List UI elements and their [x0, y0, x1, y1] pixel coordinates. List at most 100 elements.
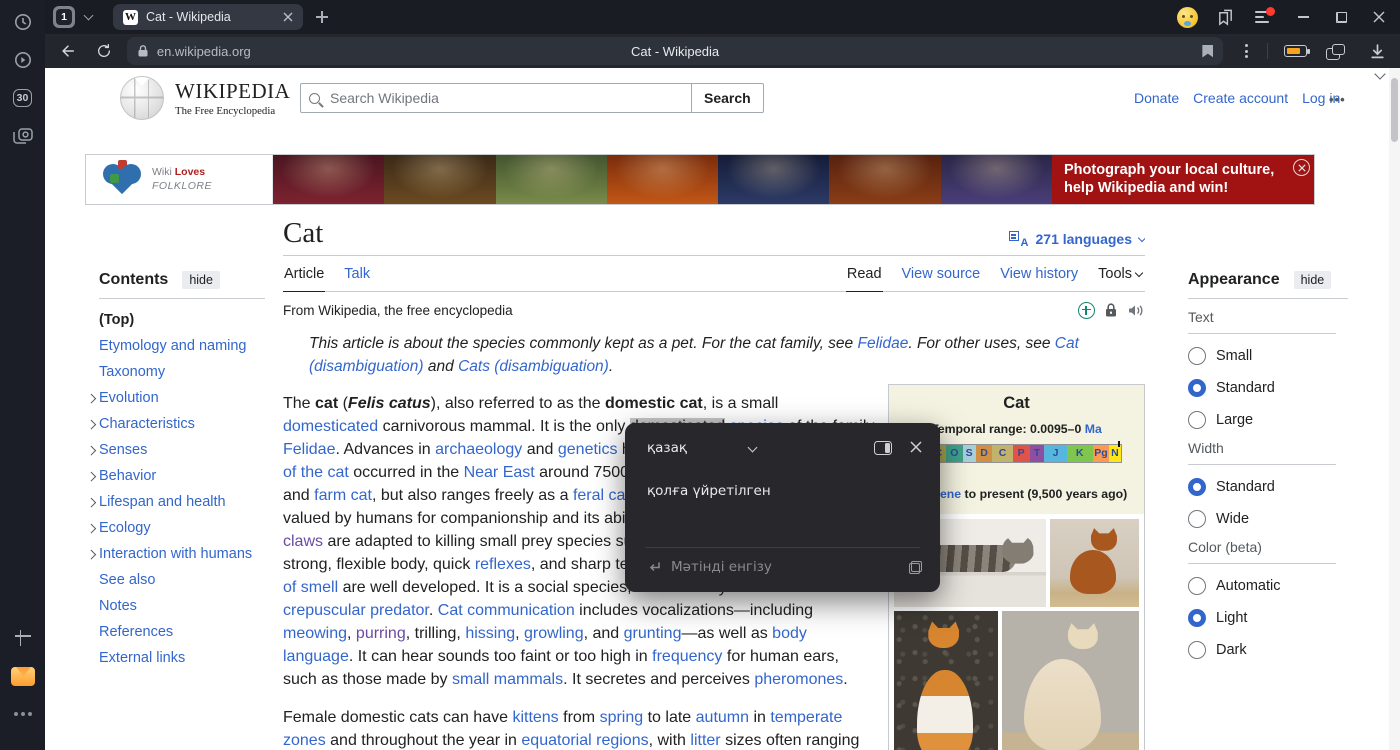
wiki-link[interactable]: pheromones	[754, 671, 843, 688]
wiki-loves-folklore-banner[interactable]: Wiki Loves FOLKLORE Photograph your loca…	[85, 154, 1315, 205]
popup-close-icon[interactable]	[910, 438, 922, 457]
toc-item-see-also[interactable]: See also	[85, 567, 265, 593]
radio-option-text-standard[interactable]: Standard	[1188, 378, 1348, 398]
chevron-right-icon[interactable]	[85, 437, 99, 463]
toc-item-ecology[interactable]: Ecology	[85, 515, 265, 541]
wiki-link[interactable]: predator	[370, 602, 429, 619]
tab-tools[interactable]: Tools	[1097, 258, 1143, 291]
tab-talk[interactable]: Talk	[343, 258, 371, 291]
wiki-link[interactable]: Cats (disambiguation)	[458, 358, 609, 375]
radio-icon[interactable]	[1188, 478, 1206, 496]
chevron-down-icon[interactable]	[748, 443, 758, 453]
banner-message-panel[interactable]: Photograph your local culture, help Wiki…	[1052, 155, 1314, 204]
chevron-right-icon[interactable]	[85, 541, 99, 567]
close-button[interactable]	[1366, 4, 1392, 30]
wiki-link[interactable]: litter	[690, 732, 720, 749]
translate-input-placeholder[interactable]: Мәтінді енгізу	[671, 559, 899, 575]
workspace-mail-icon[interactable]	[11, 664, 35, 688]
wiki-link[interactable]: reflexes	[475, 556, 531, 573]
toc-item-interaction-with-humans[interactable]: Interaction with humans	[85, 541, 265, 567]
search-button[interactable]: Search	[692, 83, 764, 113]
toc-item-references[interactable]: References	[85, 619, 265, 645]
page-protected-lock-icon[interactable]	[1104, 302, 1118, 318]
address-bar[interactable]: en.wikipedia.org Cat - Wikipedia	[127, 37, 1224, 65]
chevron-right-icon[interactable]	[85, 515, 99, 541]
wiki-link[interactable]: spring	[600, 709, 644, 726]
radio-icon[interactable]	[1188, 609, 1206, 627]
page-scrollbar[interactable]	[1389, 68, 1400, 750]
languages-button[interactable]: A 271 languages	[1009, 231, 1146, 247]
toc-item-etymology-and-naming[interactable]: Etymology and naming	[85, 333, 265, 359]
wiki-link[interactable]: meowing	[283, 625, 347, 642]
screenshot-camera-icon[interactable]	[11, 124, 35, 148]
reload-icon[interactable]	[91, 38, 117, 64]
toc-item-senses[interactable]: Senses	[85, 437, 265, 463]
open-in-sidebar-icon[interactable]	[874, 441, 892, 455]
wiki-link[interactable]: equatorial regions	[521, 732, 648, 749]
appearance-hide-button[interactable]: hide	[1294, 271, 1332, 289]
tab-counter-badge[interactable]: 30	[11, 86, 35, 110]
chevron-right-icon[interactable]	[85, 411, 99, 437]
wikipedia-globe-logo[interactable]	[120, 76, 164, 120]
listen-audio-icon[interactable]	[1127, 303, 1145, 318]
wiki-link[interactable]: crepuscular	[283, 602, 366, 619]
radio-icon[interactable]	[1188, 510, 1206, 528]
profile-avatar[interactable]	[1174, 4, 1200, 30]
wiki-link[interactable]: hissing	[465, 625, 515, 642]
toc-item-notes[interactable]: Notes	[85, 593, 265, 619]
page-collapse-chevron-icon[interactable]	[1376, 70, 1384, 78]
copy-icon[interactable]	[909, 561, 922, 574]
orange-white-cat-photo[interactable]	[894, 611, 998, 750]
active-tab[interactable]: W Cat - Wikipedia	[113, 4, 303, 30]
tab-view-history[interactable]: View history	[999, 258, 1079, 291]
wiki-link[interactable]: growling	[524, 625, 584, 642]
siamese-cat-photo[interactable]	[1002, 611, 1139, 750]
target-language-selector[interactable]: қазақ	[647, 440, 687, 456]
radio-option-color-beta-dark[interactable]: Dark	[1188, 640, 1348, 660]
bookmarks-icon[interactable]	[1212, 4, 1238, 30]
chevron-right-icon[interactable]	[85, 489, 99, 515]
radio-option-width-wide[interactable]: Wide	[1188, 509, 1348, 529]
wikipedia-wordmark[interactable]: WIKIPEDIA The Free Encyclopedia	[175, 81, 290, 117]
radio-icon[interactable]	[1188, 347, 1206, 365]
media-play-icon[interactable]	[11, 48, 35, 72]
wiki-link[interactable]: Felidae	[283, 441, 335, 458]
tab-group-badge[interactable]: 1	[53, 6, 75, 28]
wiki-link[interactable]: small mammals	[452, 671, 563, 688]
tab-view-source[interactable]: View source	[901, 258, 982, 291]
wiki-link[interactable]: domesticated	[283, 418, 378, 435]
tab-close-icon[interactable]	[283, 12, 293, 22]
toc-item-lifespan-and-health[interactable]: Lifespan and health	[85, 489, 265, 515]
ma-link[interactable]: Ma	[1085, 422, 1102, 436]
rail-more-icon[interactable]	[11, 702, 35, 726]
tab-stack-icon[interactable]	[1322, 38, 1348, 64]
wiki-link[interactable]: archaeology	[435, 441, 522, 458]
tab-group-chevron-icon[interactable]	[75, 4, 101, 30]
radio-icon[interactable]	[1188, 641, 1206, 659]
chevron-right-icon[interactable]	[85, 385, 99, 411]
wiki-link[interactable]: autumn	[696, 709, 749, 726]
toc-item-top[interactable]: (Top)	[85, 307, 265, 333]
wiki-link[interactable]: feral cat	[573, 487, 630, 504]
wiki-link[interactable]: Felidae	[857, 335, 908, 352]
wiki-link[interactable]: kittens	[512, 709, 558, 726]
wiki-link[interactable]: frequency	[652, 648, 722, 665]
radio-icon[interactable]	[1188, 411, 1206, 429]
new-tab-plus-icon[interactable]	[309, 4, 335, 30]
radio-icon[interactable]	[1188, 379, 1206, 397]
toc-item-evolution[interactable]: Evolution	[85, 385, 265, 411]
radio-option-color-beta-light[interactable]: Light	[1188, 608, 1348, 628]
chevron-right-icon[interactable]	[85, 463, 99, 489]
radio-icon[interactable]	[1188, 577, 1206, 595]
back-icon[interactable]	[55, 38, 81, 64]
new-workspace-plus-icon[interactable]	[11, 626, 35, 650]
tab-read[interactable]: Read	[846, 258, 883, 292]
search-input[interactable]	[328, 89, 691, 107]
wiki-link[interactable]: genetics	[558, 441, 618, 458]
search-box[interactable]	[300, 83, 692, 113]
radio-option-text-large[interactable]: Large	[1188, 410, 1348, 430]
wiki-link[interactable]: purring	[356, 625, 406, 642]
wiki-link[interactable]: Near East	[464, 464, 535, 481]
wiki-link[interactable]: farm cat	[314, 487, 372, 504]
radio-option-text-small[interactable]: Small	[1188, 346, 1348, 366]
